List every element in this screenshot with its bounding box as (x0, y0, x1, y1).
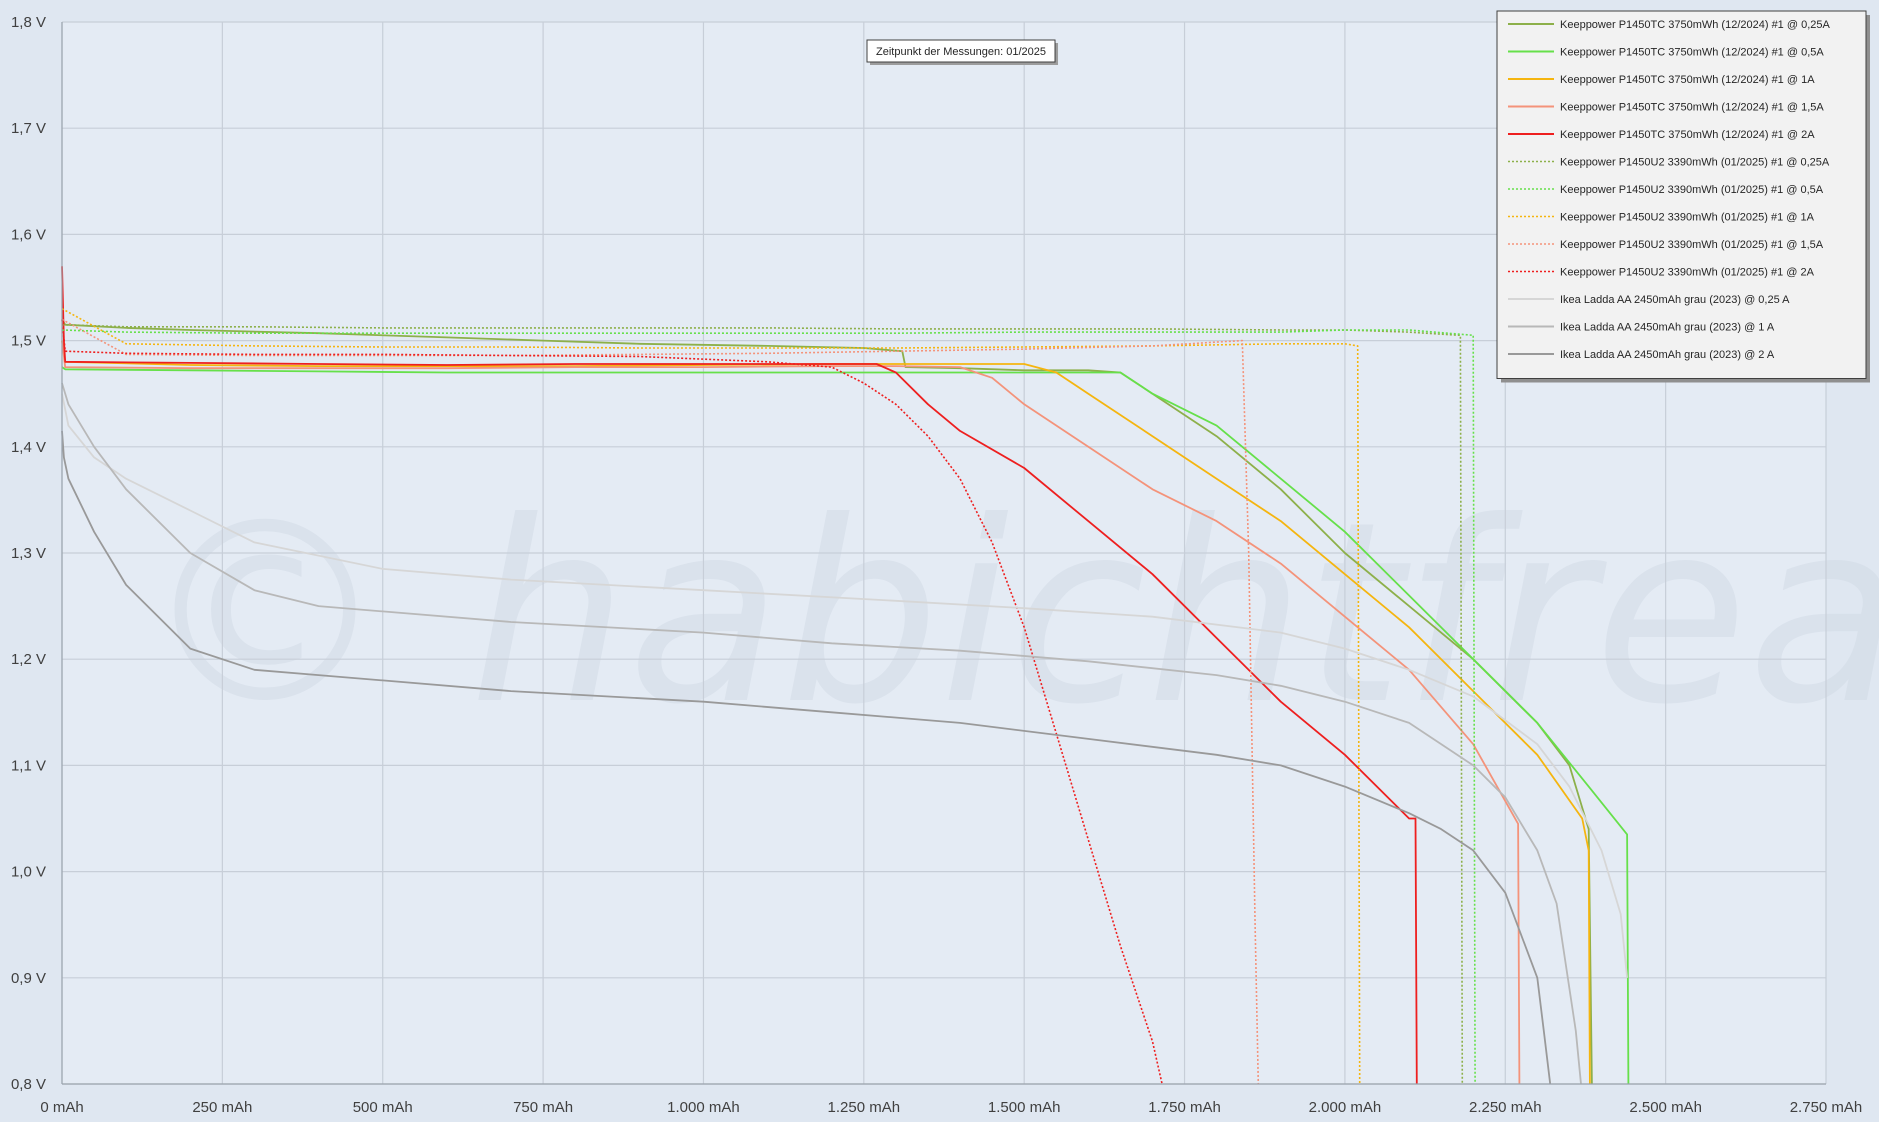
legend-entry-13: Ikea Ladda AA 2450mAh grau (2023) @ 2 A (1560, 349, 1775, 361)
legend-entry-8: Keeppower P1450U2 3390mWh (01/2025) #1 @… (1560, 212, 1815, 224)
legend-entry-3: Keeppower P1450TC 3750mWh (12/2024) #1 @… (1560, 74, 1815, 86)
x-tick-label: 250 mAh (192, 1099, 252, 1116)
legend-entry-1: Keeppower P1450TC 3750mWh (12/2024) #1 @… (1560, 19, 1830, 31)
x-tick-label: 1.750 mAh (1148, 1099, 1221, 1116)
y-tick-label: 0,9 V (11, 970, 46, 987)
legend: Keeppower P1450TC 3750mWh (12/2024) #1 @… (1496, 10, 1870, 383)
measurement-date-annotation: Zeitpunkt der Messungen: 01/2025 (866, 39, 1059, 65)
x-tick-label: 0 mAh (40, 1099, 83, 1116)
legend-entry-2: Keeppower P1450TC 3750mWh (12/2024) #1 @… (1560, 47, 1824, 59)
legend-entry-9: Keeppower P1450U2 3390mWh (01/2025) #1 @… (1560, 239, 1824, 251)
annotation-layer: Zeitpunkt der Messungen: 01/2025 (866, 39, 1059, 65)
y-tick-label: 1,1 V (11, 757, 46, 774)
x-tick-label: 750 mAh (513, 1099, 573, 1116)
x-tick-label: 2.000 mAh (1309, 1099, 1382, 1116)
y-tick-label: 1,8 V (11, 14, 46, 31)
y-tick-label: 1,6 V (11, 226, 46, 243)
y-tick-label: 1,5 V (11, 333, 46, 350)
x-tick-label: 2.500 mAh (1629, 1099, 1702, 1116)
y-tick-label: 1,7 V (11, 120, 46, 137)
y-tick-label: 1,3 V (11, 545, 46, 562)
annotation-text: Zeitpunkt der Messungen: 01/2025 (876, 46, 1046, 58)
x-tick-label: 1.500 mAh (988, 1099, 1061, 1116)
legend-entry-12: Ikea Ladda AA 2450mAh grau (2023) @ 1 A (1560, 322, 1775, 334)
legend-entry-5: Keeppower P1450TC 3750mWh (12/2024) #1 @… (1560, 129, 1815, 141)
x-tick-label: 1.250 mAh (828, 1099, 901, 1116)
x-tick-label: 2.750 mAh (1790, 1099, 1863, 1116)
y-tick-label: 1,0 V (11, 864, 46, 881)
legend-entry-7: Keeppower P1450U2 3390mWh (01/2025) #1 @… (1560, 184, 1824, 196)
discharge-curve-chart: © habichtfreak 0 mAh 250 mAh 500 mAh 750 mA… (0, 0, 1879, 1122)
chart-container: © habichtfreak 0 mAh 250 mAh 500 mAh 750 mA… (0, 0, 1879, 1122)
legend-entry-11: Ikea Ladda AA 2450mAh grau (2023) @ 0,25… (1560, 294, 1790, 306)
x-tick-label: 1.000 mAh (667, 1099, 740, 1116)
y-tick-label: 1,2 V (11, 651, 46, 668)
legend-entry-4: Keeppower P1450TC 3750mWh (12/2024) #1 @… (1560, 102, 1824, 114)
y-tick-label: 0,8 V (11, 1076, 46, 1093)
legend-entry-10: Keeppower P1450U2 3390mWh (01/2025) #1 @… (1560, 267, 1815, 279)
x-tick-label: 500 mAh (353, 1099, 413, 1116)
legend-entry-6: Keeppower P1450U2 3390mWh (01/2025) #1 @… (1560, 157, 1830, 169)
x-tick-label: 2.250 mAh (1469, 1099, 1542, 1116)
y-tick-label: 1,4 V (11, 439, 46, 456)
